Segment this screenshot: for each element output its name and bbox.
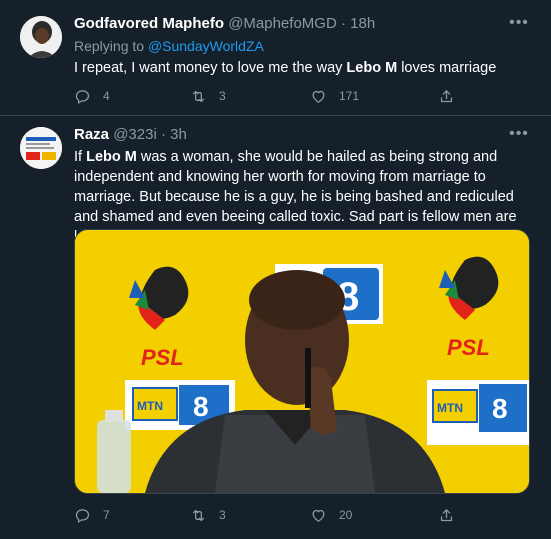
action-bar: 4 3 171 [74,86,531,106]
reply-icon [75,508,90,523]
action-bar: 7 3 20 [74,505,534,525]
tweet-1[interactable]: Godfavored Maphefo @MaphefoMGD · 18h •••… [0,0,551,116]
avatar[interactable] [20,16,62,58]
svg-text:MTN: MTN [137,399,163,413]
like-button[interactable]: 20 [310,505,352,525]
retweet-count: 3 [219,508,226,522]
display-name[interactable]: Raza [74,126,109,143]
like-icon [312,90,325,103]
like-count: 171 [339,89,360,103]
svg-text:8: 8 [193,391,209,422]
like-count: 20 [339,508,353,522]
retweet-count: 3 [219,89,226,103]
reply-icon [75,89,90,104]
photo-image: PSL PSL 8 MTN 8 MTN 8 [75,230,529,493]
share-icon [440,508,453,521]
reply-count: 7 [103,508,110,522]
svg-text:MTN: MTN [437,401,463,415]
reply-button[interactable]: 4 [74,86,110,106]
tweet-text: I repeat, I want money to love me the wa… [74,58,531,78]
separator: · [160,126,166,143]
reply-context: Replying to @SundayWorldZA [74,38,264,54]
like-icon [312,509,325,522]
text-segment: loves marriage [397,60,497,76]
share-icon [440,89,453,102]
reply-mention-link[interactable]: @SundayWorldZA [148,38,264,54]
reply-prefix: Replying to [74,38,145,54]
retweet-icon [192,509,205,521]
reply-button[interactable]: 7 [74,505,110,525]
text-bold-segment: Lebo M [86,149,137,165]
timestamp[interactable]: 3h [170,126,187,143]
timestamp[interactable]: 18h [350,15,375,32]
avatar-image [20,127,62,169]
reply-count: 4 [103,89,110,103]
user-handle[interactable]: @MaphefoMGD [228,15,337,32]
display-name[interactable]: Godfavored Maphefo [74,15,224,32]
retweet-icon [192,90,205,102]
share-button[interactable] [438,505,455,525]
like-button[interactable]: 171 [310,86,359,106]
tweet-2[interactable]: Raza @323i · 3h ••• If Lebo M was a woma… [0,117,551,539]
text-bold-segment: Lebo M [346,60,398,76]
avatar[interactable] [20,127,62,169]
tweet-header: Raza @323i · 3h [74,126,187,146]
text-segment: If [74,149,87,165]
tweet-photo[interactable]: PSL PSL 8 MTN 8 MTN 8 [74,229,530,494]
more-icon[interactable]: ••• [509,15,529,36]
tweet-header: Godfavored Maphefo @MaphefoMGD · 18h [74,15,511,35]
share-button[interactable] [438,86,455,106]
retweet-button[interactable]: 3 [190,505,226,525]
user-handle[interactable]: @323i [113,126,157,143]
more-icon[interactable]: ••• [509,126,529,147]
text-segment: I repeat, I want money to love me the wa… [74,60,347,76]
retweet-button[interactable]: 3 [190,86,226,106]
svg-text:8: 8 [492,393,508,424]
separator: · [340,15,346,32]
svg-text:PSL: PSL [447,335,490,360]
svg-text:PSL: PSL [141,345,184,370]
avatar-image [20,16,62,58]
